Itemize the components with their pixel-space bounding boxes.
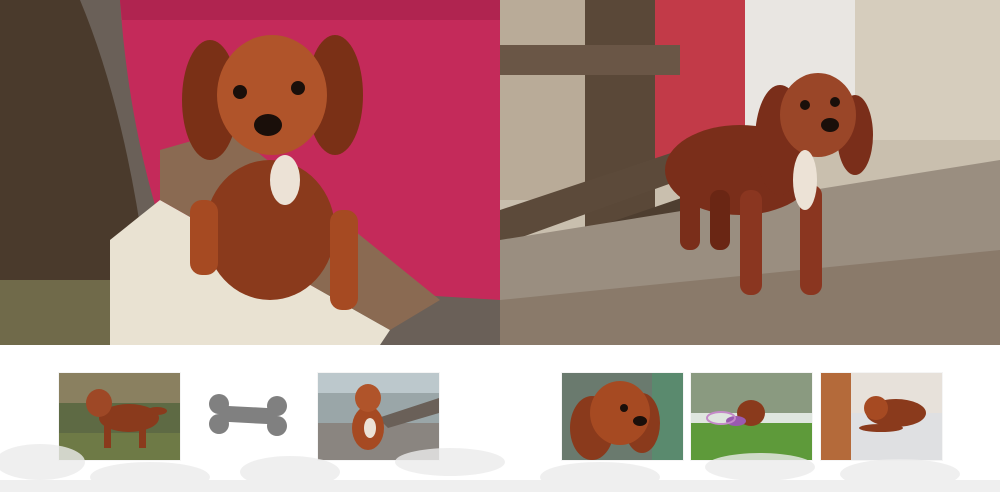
thumbnail-spaniel-garden[interactable]	[59, 373, 180, 460]
thumbnail-spaniel-rocks[interactable]	[318, 373, 439, 460]
thumbnail-puppy-sofa[interactable]	[821, 373, 942, 460]
bone-icon	[205, 390, 291, 440]
thumbnail-puppy-grass[interactable]	[691, 373, 812, 460]
hero-photo-left[interactable]	[0, 0, 500, 345]
hero-photo-right[interactable]	[500, 0, 1000, 345]
thumbnail-spaniel-portrait[interactable]	[562, 373, 683, 460]
thumbnail-gallery	[0, 345, 1000, 492]
hero-banner	[0, 0, 1000, 345]
